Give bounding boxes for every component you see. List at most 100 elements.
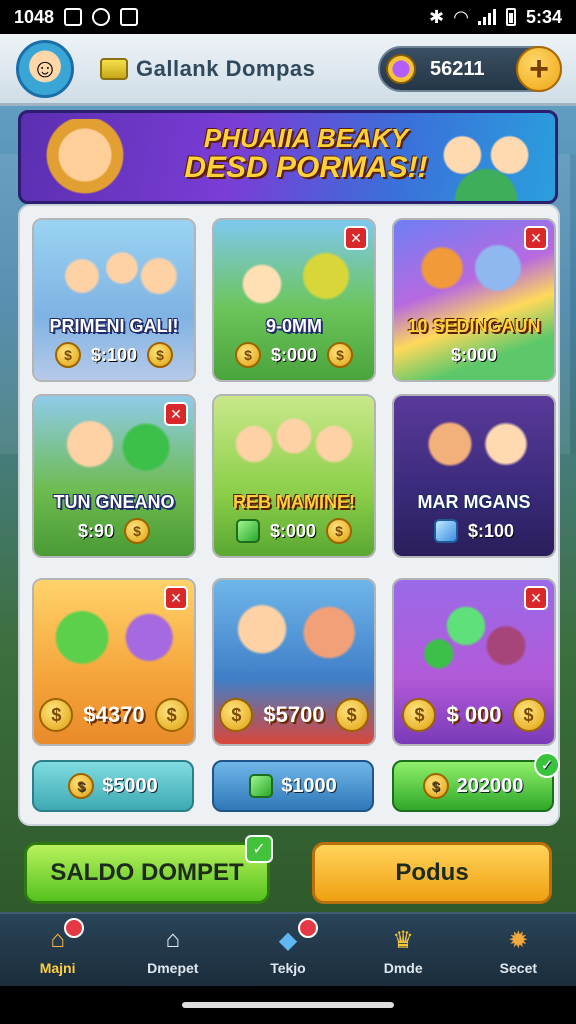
home-indicator[interactable] <box>182 1002 394 1008</box>
saldo-dompet-button[interactable]: SALDO DOMPET ✓ <box>24 835 273 904</box>
close-icon[interactable]: ✕ <box>344 226 368 250</box>
close-icon[interactable]: ✕ <box>164 402 188 426</box>
card-price: $:100 <box>90 344 138 365</box>
banner-line-2: DESD PORMAS!! <box>184 151 428 185</box>
nav-item-secet[interactable]: ✹ Secet <box>468 924 568 977</box>
balance-pill: 56211 + <box>378 46 562 92</box>
check-icon: ✓ <box>245 835 273 863</box>
card-price-row: $:90 $ <box>34 516 194 546</box>
card-title: PRIMENI GALI! <box>49 316 179 336</box>
card-price-row: $ $4370 $ <box>34 698 194 732</box>
card-price: $ 000 <box>446 702 502 727</box>
banner-line-1: PHUAIIA BEAKY <box>203 123 409 153</box>
offer-card[interactable]: REB MAMINE! $:000 $ <box>212 394 376 558</box>
close-icon[interactable]: ✕ <box>164 586 188 610</box>
page-title: Gallank Dompas <box>136 55 316 81</box>
card-price-row: $:000 $ <box>214 516 374 546</box>
system-navigation-bar <box>0 986 576 1024</box>
balance-value: 56211 <box>430 57 485 80</box>
saldo-dompet-label: SALDO DOMPET <box>50 859 244 886</box>
nav-label: Secet <box>499 960 538 976</box>
nav-label: Dmepet <box>147 960 199 976</box>
gear-icon: ✹ <box>508 926 529 954</box>
close-icon[interactable]: ✕ <box>524 226 548 250</box>
card-title: 9-0MM <box>265 316 322 336</box>
coin-icon: $ <box>334 698 369 732</box>
offer-card[interactable]: ✕ 9-0MM $ $:000 $ <box>212 218 376 382</box>
coin-icon: $ <box>422 773 449 799</box>
card-price: $:100 <box>467 520 515 541</box>
status-time-left: 1048 <box>14 6 55 27</box>
header-title-group: Gallank Dompas <box>100 56 315 82</box>
nav-item-tekjo[interactable]: ◆ Tekjo <box>238 918 338 976</box>
signal-icon <box>477 9 496 25</box>
gem-icon <box>235 519 260 543</box>
check-icon: ✓ <box>534 752 560 778</box>
banner-characters <box>427 119 545 201</box>
podus-button[interactable]: Podus <box>312 842 552 904</box>
coin-icon: $ <box>154 698 189 732</box>
card-price: $:000 <box>270 344 318 365</box>
card-price-row: $ $5700 $ <box>214 698 374 732</box>
offer-card[interactable]: ✕ $ $ 000 $ <box>392 578 556 746</box>
pill-value: $1000 <box>281 774 337 797</box>
coin-icon: $ <box>124 518 151 544</box>
coin-icon: $ <box>147 342 174 368</box>
house-icon: ⌂ <box>165 926 181 953</box>
app-header: ☺ Gallank Dompas 56211 + <box>0 34 576 106</box>
pill-value: $5000 <box>102 774 158 797</box>
pill-value: 202000 <box>456 774 524 797</box>
nav-item-dmepet[interactable]: ⌂ Dmepet <box>123 924 223 976</box>
card-price-row: $ $ 000 $ <box>394 698 554 732</box>
card-price: $:000 <box>269 520 317 541</box>
banner-text: PHUAIIA BEAKY DESD PORMAS!! <box>171 123 441 185</box>
card-price: $:000 <box>450 344 498 365</box>
status-time-right: 5:34 <box>525 6 562 27</box>
coin-icon: $ <box>54 342 81 368</box>
add-balance-button[interactable]: + <box>516 46 562 92</box>
promo-banner[interactable]: PHUAIIA BEAKY DESD PORMAS!! <box>18 110 558 204</box>
offer-card[interactable]: $ $5700 $ <box>212 578 376 746</box>
offer-card[interactable]: ✕ $ $4370 $ <box>32 578 196 746</box>
price-pill[interactable]: $ $5000 <box>32 760 194 812</box>
notification-dot <box>297 918 318 938</box>
card-price: $5700 <box>263 702 325 727</box>
nav-item-majni[interactable]: ⌂ Majni <box>8 918 108 976</box>
trophy-icon: ♛ <box>392 926 414 954</box>
coin-icon: $ <box>234 342 261 368</box>
gem-icon <box>249 774 274 798</box>
card-title: 10 SEDINGAUN <box>407 316 541 336</box>
card-price-row: $:000 <box>394 340 554 370</box>
app-icon <box>92 8 111 26</box>
avatar[interactable]: ☺ <box>16 39 74 98</box>
card-title: REB MAMINE! <box>233 492 355 512</box>
coin-icon: $ <box>219 698 254 732</box>
offers-panel: PRIMENI GALI! $ $:100 $ ✕ 9-0MM $ $:000 … <box>18 204 560 826</box>
close-icon[interactable]: ✕ <box>524 586 548 610</box>
card-price: $:90 <box>77 520 115 541</box>
coin-icon: $ <box>327 342 354 368</box>
price-pill[interactable]: $1000 <box>212 760 374 812</box>
nav-label: Dmde <box>383 960 423 976</box>
offer-card[interactable]: MAR MGANS $:100 <box>392 394 556 558</box>
image-icon <box>120 8 139 26</box>
offer-card[interactable]: PRIMENI GALI! $ $:100 $ <box>32 218 196 382</box>
gem-icon <box>386 54 416 84</box>
card-price-row: $:100 <box>394 516 554 546</box>
podus-label: Podus <box>395 859 469 886</box>
card-price: $4370 <box>83 702 145 727</box>
battery-icon <box>505 8 516 26</box>
offer-card[interactable]: ✕ TUN GNEANO $:90 $ <box>32 394 196 558</box>
nav-label: Tekjo <box>270 960 306 976</box>
offer-card[interactable]: ✕ 10 SEDINGAUN $:000 <box>392 218 556 382</box>
card-title: TUN GNEANO <box>53 492 175 512</box>
coin-icon: $ <box>326 518 353 544</box>
notification-icon <box>64 8 83 26</box>
notification-dot <box>63 918 84 938</box>
wifi-icon: ◠ <box>454 6 468 27</box>
price-pill[interactable]: $ 202000 ✓ <box>392 752 560 812</box>
coin-icon: $ <box>402 698 437 732</box>
coin-icon: $ <box>68 773 95 799</box>
nav-item-dmde[interactable]: ♛ Dmde <box>353 924 453 977</box>
bluetooth-icon: ✱ <box>429 6 445 27</box>
